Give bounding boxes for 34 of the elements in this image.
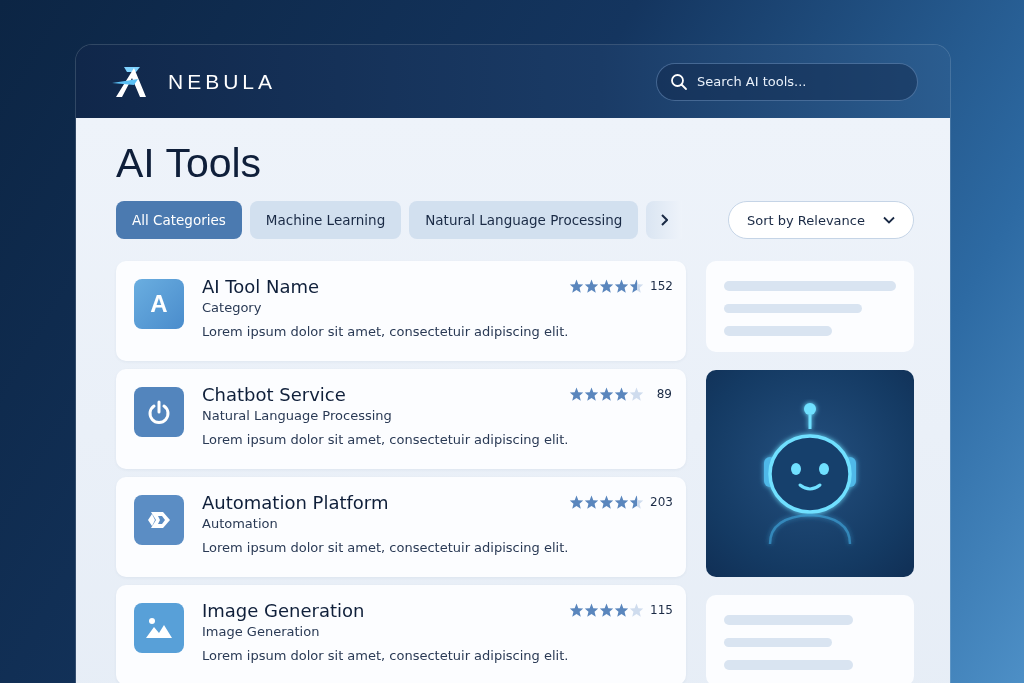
page-title: AI Tools	[116, 140, 263, 187]
tool-description: Lorem ipsum dolor sit amet, consectetuir adipiscing elit.	[202, 432, 570, 447]
tool-description: Lorem ipsum dolor sit amet, consectetuir adipiscing elit.	[202, 648, 570, 663]
tool-card[interactable]: Image Generation 115 Image Generation Lorem ipsum dolor sit amet, consectetuir adipiscing elit.	[116, 585, 686, 683]
review-count: 203	[650, 495, 672, 509]
search-icon	[670, 72, 688, 91]
tool-description: Lorem ipsum dolor sit amet, consectetuir adipiscing elit.	[202, 324, 570, 339]
tool-icon	[134, 495, 184, 545]
tool-icon	[134, 603, 184, 653]
tool-name: Chatbot Service	[202, 384, 346, 405]
search-field[interactable]: Search AI tools...	[656, 62, 918, 101]
tool-card[interactable]: A AI Tool Name 152 Category Lorem ipsum dolor sit amet, consectetuir adipiscing elit.	[116, 261, 686, 361]
review-count: 89	[655, 387, 672, 401]
tool-name: AI Tool Name	[202, 276, 320, 297]
review-count: 115	[650, 603, 672, 617]
tool-card[interactable]: Chatbot Service 89 Natural Language Processing Lorem ipsum dolor sit amet, consectetuir adipiscing elit.	[116, 369, 686, 469]
brand-name: NEBULA	[168, 69, 277, 94]
tool-category: Image Generation	[202, 624, 321, 639]
tool-card[interactable]: Automation Platform 203 Automation Lorem ipsum dolor sit amet, consectetuir adipiscing elit.	[116, 477, 686, 577]
category-tab[interactable]: Natural Language Processing	[409, 201, 639, 239]
tool-name: Image Generation	[202, 600, 365, 621]
tool-category: Automation	[202, 516, 279, 531]
tool-description: Lorem ipsum dolor sit amet, consectetuir adipiscing elit.	[202, 540, 570, 555]
category-tab[interactable]: All Categories	[116, 201, 242, 239]
tool-icon: A	[134, 279, 184, 329]
tool-category: Natural Language Processing	[202, 408, 393, 423]
chevron-down-icon	[883, 216, 895, 224]
tool-name: Automation Platform	[202, 492, 389, 513]
tool-icon	[134, 387, 184, 437]
category-tab[interactable]: Machine Learning	[249, 201, 402, 239]
review-count: 152	[650, 279, 672, 293]
tool-category: Category	[202, 300, 263, 315]
sort-dropdown[interactable]: Sort by Relevance	[728, 201, 914, 239]
chevron-right-icon	[660, 214, 669, 226]
